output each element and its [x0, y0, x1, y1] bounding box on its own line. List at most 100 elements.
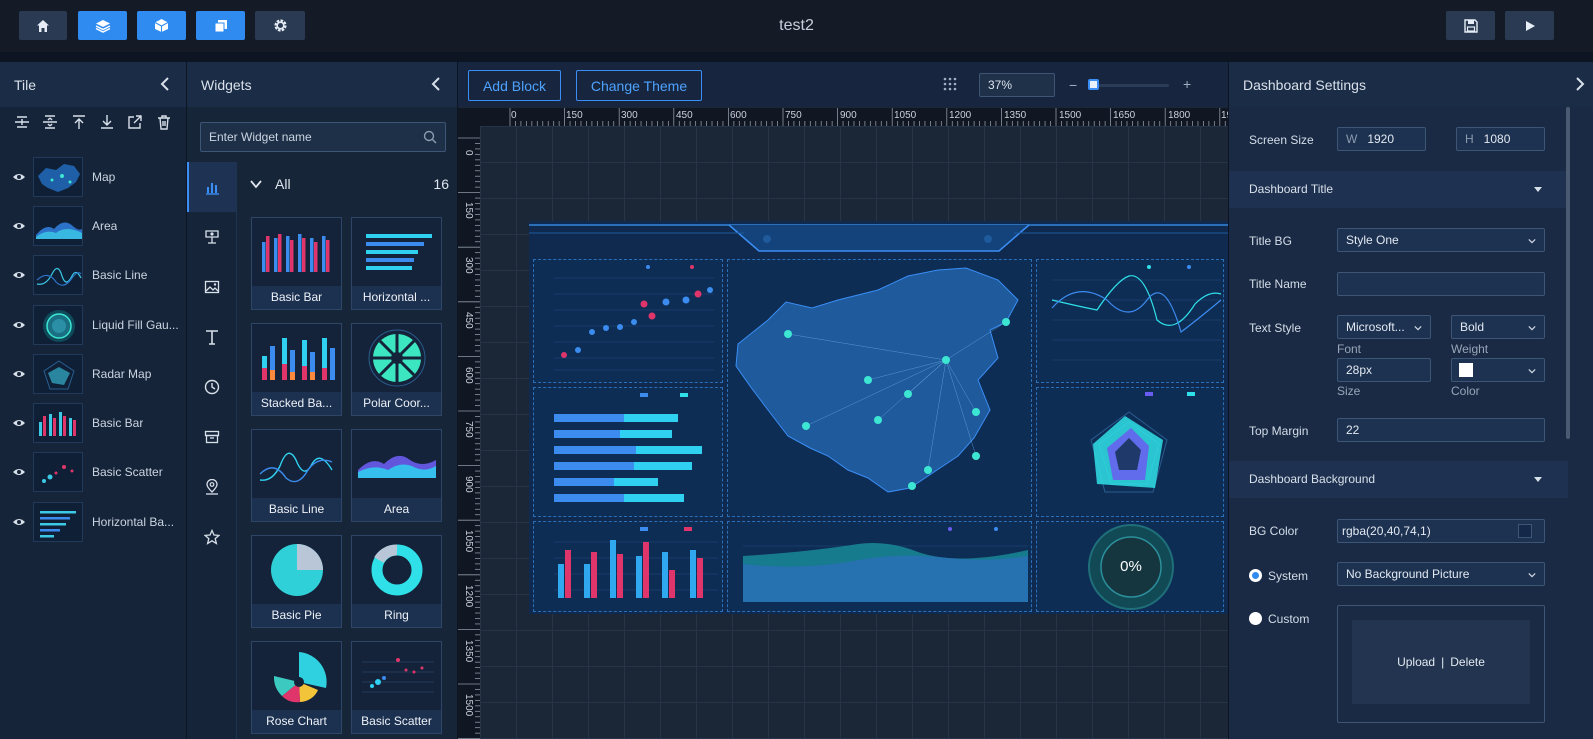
eye-icon[interactable] [12, 369, 26, 379]
background-section-header[interactable]: Dashboard Background [1229, 461, 1568, 498]
eye-icon[interactable] [12, 467, 26, 477]
tile-item[interactable]: Map [0, 152, 186, 201]
move-top-icon[interactable] [71, 114, 87, 130]
color-picker[interactable] [1451, 358, 1545, 382]
font-select[interactable]: Microsoft... [1337, 315, 1431, 339]
settings-scrollbar[interactable] [1566, 107, 1570, 439]
widget-card[interactable]: Ring [351, 535, 442, 628]
home-button[interactable] [19, 11, 67, 40]
tile-item[interactable]: Liquid Fill Gau... [0, 300, 186, 349]
widget-card[interactable]: Basic Line [251, 429, 342, 522]
size-input[interactable]: 28px [1337, 358, 1431, 382]
title-section-header[interactable]: Dashboard Title [1229, 171, 1568, 208]
settings-panel-title: Dashboard Settings [1243, 76, 1366, 93]
settings-button[interactable] [255, 11, 305, 40]
widget-card-label: Polar Coor... [352, 392, 441, 415]
bg-color-input[interactable]: rgba(20,40,74,1) [1337, 519, 1545, 543]
delete-icon[interactable] [156, 114, 172, 130]
tile-item[interactable]: Basic Line [0, 251, 186, 300]
tile-item[interactable]: Basic Bar [0, 398, 186, 447]
title-bg-select[interactable]: Style One [1337, 228, 1545, 252]
radar-block[interactable] [1036, 387, 1224, 517]
eye-icon[interactable] [12, 517, 26, 527]
category-time[interactable] [187, 362, 236, 412]
widget-card[interactable]: Horizontal ... [351, 217, 442, 310]
pages-button[interactable] [196, 11, 245, 40]
tile-item[interactable]: Area [0, 201, 186, 250]
horizontal-ruler[interactable]: 0 150 300 450 600 750 900 1050 1200 1350… [480, 108, 1228, 126]
eye-icon[interactable] [12, 320, 26, 330]
eye-icon[interactable] [12, 221, 26, 231]
liquid-fill-block[interactable]: 0% [1036, 521, 1224, 612]
change-theme-button[interactable]: Change Theme [576, 70, 702, 101]
top-margin-input[interactable]: 22 [1337, 418, 1545, 442]
category-map[interactable] [187, 462, 236, 512]
chevron-right-icon[interactable] [1571, 76, 1587, 92]
system-bg-select[interactable]: No Background Picture [1337, 562, 1545, 586]
map-block[interactable] [727, 259, 1032, 517]
height-input[interactable]: H 1080 [1456, 127, 1545, 151]
system-radio[interactable] [1249, 569, 1262, 582]
component-button[interactable] [137, 11, 186, 40]
widget-card[interactable]: Basic Scatter [351, 641, 442, 734]
widget-card[interactable]: Rose Chart [251, 641, 342, 734]
category-media[interactable] [187, 262, 236, 312]
zoom-input[interactable]: 37% [979, 73, 1055, 97]
widget-card[interactable]: Area [351, 429, 442, 522]
zoom-slider-track[interactable] [1089, 84, 1169, 87]
category-box[interactable] [187, 412, 236, 462]
category-info[interactable] [187, 212, 236, 262]
scatter-block[interactable] [533, 259, 723, 383]
eye-icon[interactable] [12, 418, 26, 428]
vertical-ruler[interactable]: 0 150 300 450 600 750 900 1050 1200 1350… [458, 108, 480, 739]
add-block-button[interactable]: Add Block [468, 70, 561, 101]
width-value: 1920 [1367, 132, 1395, 146]
canvas-stage[interactable]: 0% [480, 126, 1228, 739]
eye-icon[interactable] [12, 172, 26, 182]
widget-card[interactable]: Stacked Ba... [251, 323, 342, 416]
custom-radio[interactable] [1249, 612, 1262, 625]
title-name-input[interactable] [1337, 272, 1545, 296]
upload-button[interactable]: Upload [1397, 655, 1435, 669]
eye-icon[interactable] [12, 270, 26, 280]
layers-button[interactable] [78, 11, 127, 40]
ruler-x-label: 300 [621, 110, 638, 121]
category-chart[interactable] [187, 162, 236, 212]
settings-panel-header: Dashboard Settings [1229, 62, 1593, 107]
zoom-slider-handle[interactable] [1088, 79, 1099, 90]
align-top-icon[interactable] [14, 114, 30, 130]
widget-group-all[interactable]: All 16 [249, 174, 449, 194]
zoom-in-button[interactable]: + [1183, 76, 1191, 92]
dashboard-preview[interactable]: 0% [529, 221, 1228, 614]
chevron-left-icon[interactable] [429, 76, 445, 92]
chevron-left-icon[interactable] [158, 76, 174, 92]
canvas-toolbar: Add Block Change Theme 37% − + [458, 62, 1228, 107]
search-icon[interactable] [423, 130, 437, 144]
horizontal-bar-block[interactable] [533, 387, 723, 517]
align-center-icon[interactable] [42, 114, 58, 130]
preview-button[interactable] [1505, 11, 1554, 40]
tile-item[interactable]: Basic Scatter [0, 448, 186, 497]
bar-block[interactable] [533, 521, 723, 612]
export-icon[interactable] [127, 114, 143, 130]
move-bottom-icon[interactable] [99, 114, 115, 130]
weight-select[interactable]: Bold [1451, 315, 1545, 339]
tile-item[interactable]: Radar Map [0, 349, 186, 398]
widget-card[interactable]: Polar Coor... [351, 323, 442, 416]
widget-card[interactable]: Basic Bar [251, 217, 342, 310]
category-favorite[interactable] [187, 512, 236, 562]
area-block[interactable] [727, 521, 1032, 612]
widget-card[interactable]: Basic Pie [251, 535, 342, 628]
line-block[interactable] [1036, 259, 1224, 383]
ruler-x-label: 1200 [949, 110, 972, 121]
widget-search-input[interactable] [200, 122, 446, 152]
title-section-label: Dashboard Title [1249, 182, 1334, 196]
save-button[interactable] [1446, 11, 1495, 40]
bg-color-swatch[interactable] [1518, 524, 1532, 538]
delete-button[interactable]: Delete [1450, 655, 1485, 669]
width-input[interactable]: W 1920 [1337, 127, 1426, 151]
zoom-out-button[interactable]: − [1069, 77, 1077, 93]
tile-item[interactable]: Horizontal Ba... [0, 497, 186, 546]
grid-icon[interactable] [943, 77, 957, 91]
category-text[interactable] [187, 312, 236, 362]
